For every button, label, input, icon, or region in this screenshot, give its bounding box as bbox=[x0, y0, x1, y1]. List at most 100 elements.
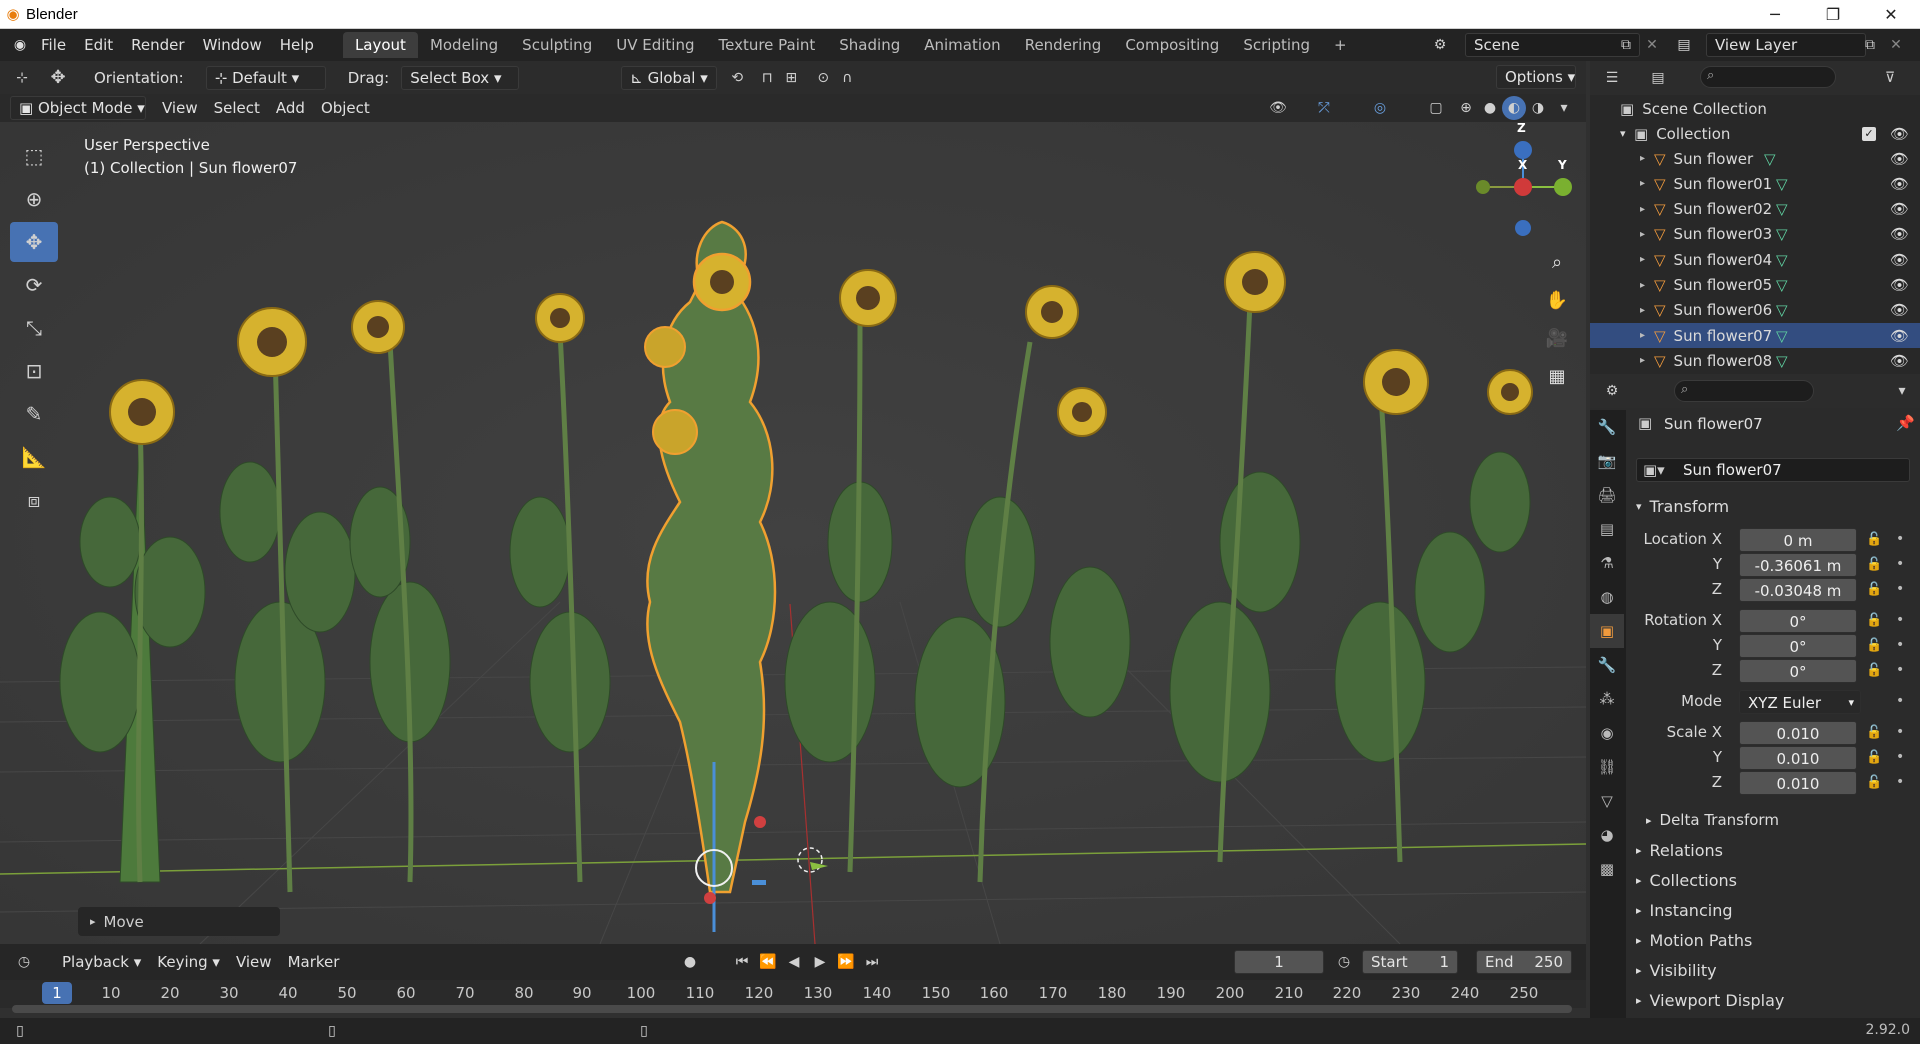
tab-compositing[interactable]: Compositing bbox=[1113, 32, 1231, 58]
jump-start-icon[interactable]: ⏮ bbox=[730, 950, 754, 974]
outliner-item[interactable]: ▸ ▽ Sun flower08 ▽ 👁 bbox=[1590, 348, 1920, 373]
tab-modeling[interactable]: Modeling bbox=[418, 32, 510, 58]
wireframe-shading-icon[interactable]: ⊕ bbox=[1454, 96, 1478, 120]
scene-tab-icon[interactable]: ⚗ bbox=[1590, 546, 1624, 580]
properties-options-icon[interactable]: ▾ bbox=[1890, 379, 1914, 403]
solid-shading-icon[interactable]: ● bbox=[1478, 96, 1502, 120]
menu-add[interactable]: Add bbox=[268, 96, 313, 120]
tab-animation[interactable]: Animation bbox=[912, 32, 1012, 58]
menu-timeline-view[interactable]: View bbox=[228, 950, 280, 974]
scale-y-field[interactable]: 0.010 bbox=[1739, 746, 1857, 770]
lock-icon[interactable]: 🔓 bbox=[1866, 582, 1882, 597]
material-tab-icon[interactable]: ◕ bbox=[1590, 818, 1624, 852]
preview-range-icon[interactable]: ◷ bbox=[1332, 950, 1356, 974]
add-cube-tool-icon[interactable]: ⧈ bbox=[10, 480, 58, 520]
keyframe-dot-icon[interactable]: • bbox=[1896, 637, 1904, 653]
maximize-button[interactable]: ❐ bbox=[1804, 0, 1862, 29]
outliner-collection[interactable]: ▾ ▣ Collection ✓ 👁 bbox=[1590, 121, 1920, 146]
keyframe-dot-icon[interactable]: • bbox=[1896, 662, 1904, 678]
view-layer-icon[interactable]: ▤ bbox=[1672, 33, 1696, 57]
render-tab-icon[interactable]: 📷 bbox=[1590, 444, 1624, 478]
select-box-tool-icon[interactable]: ⬚ bbox=[10, 136, 58, 176]
outliner-item[interactable]: ▸ ▽ Sun flower ▽ 👁 bbox=[1590, 146, 1920, 171]
eye-icon[interactable]: 👁 bbox=[1890, 125, 1909, 143]
mesh-data-icon[interactable]: ▽ bbox=[1776, 301, 1788, 319]
section-relations[interactable]: ▸ Relations bbox=[1626, 836, 1920, 864]
new-scene-icon[interactable]: ⧉ bbox=[1614, 33, 1638, 57]
cursor-tool-icon[interactable]: ⊕ bbox=[10, 179, 58, 219]
outliner-editor-icon[interactable]: ☰ bbox=[1600, 66, 1624, 90]
object-tab-icon[interactable]: ▣ bbox=[1590, 614, 1624, 648]
tool-tab-icon[interactable]: 🔧 bbox=[1590, 410, 1624, 444]
play-reverse-icon[interactable]: ◀ bbox=[782, 950, 806, 974]
jump-keyframe-back-icon[interactable]: ⏪ bbox=[756, 950, 780, 974]
mesh-data-icon[interactable]: ▽ bbox=[1776, 175, 1788, 193]
physics-tab-icon[interactable]: ◉ bbox=[1590, 716, 1624, 750]
tab-uv-editing[interactable]: UV Editing bbox=[604, 32, 706, 58]
outliner-item[interactable]: ▸ ▽ Sun flower06 ▽ 👁 bbox=[1590, 298, 1920, 323]
timeline-scrollbar[interactable] bbox=[12, 1005, 1572, 1013]
lock-icon[interactable]: 🔓 bbox=[1866, 775, 1882, 790]
lock-icon[interactable]: 🔓 bbox=[1866, 663, 1882, 678]
eye-icon[interactable]: 👁 bbox=[1890, 175, 1909, 193]
last-operator-panel[interactable]: ▸ Move bbox=[78, 907, 280, 936]
tab-texture-paint[interactable]: Texture Paint bbox=[706, 32, 827, 58]
outliner-item[interactable]: ▸ ▽ Sun flower01 ▽ 👁 bbox=[1590, 171, 1920, 196]
rotate-tool-icon[interactable]: ⟳ bbox=[10, 265, 58, 305]
eye-icon[interactable]: 👁 bbox=[1890, 150, 1909, 168]
keyframe-dot-icon[interactable]: • bbox=[1896, 774, 1904, 790]
mesh-data-icon[interactable]: ▽ bbox=[1776, 327, 1788, 345]
keyframe-dot-icon[interactable]: • bbox=[1896, 581, 1904, 597]
expand-arrow-icon[interactable]: ▸ bbox=[1640, 330, 1654, 341]
lock-icon[interactable]: 🔓 bbox=[1866, 557, 1882, 572]
lock-icon[interactable]: 🔓 bbox=[1866, 750, 1882, 765]
rotation-y-field[interactable]: 0° bbox=[1739, 634, 1857, 658]
collection-checkbox[interactable]: ✓ bbox=[1862, 126, 1876, 141]
start-frame-field[interactable]: Start 1 bbox=[1362, 950, 1458, 974]
section-motion-paths[interactable]: ▸ Motion Paths bbox=[1626, 926, 1920, 954]
view-layer-tab-icon[interactable]: ▤ bbox=[1590, 512, 1624, 546]
outliner-item[interactable]: ▸ ▽ Sun flower07 ▽ 👁 bbox=[1590, 323, 1920, 349]
visibility-icon[interactable]: 👁 bbox=[1266, 96, 1290, 120]
eye-icon[interactable]: 👁 bbox=[1890, 301, 1909, 319]
new-view-layer-icon[interactable]: ⧉ bbox=[1858, 33, 1882, 57]
world-tab-icon[interactable]: ◍ bbox=[1590, 580, 1624, 614]
eye-icon[interactable]: 👁 bbox=[1890, 352, 1909, 370]
data-tab-icon[interactable]: ▽ bbox=[1590, 784, 1624, 818]
rendered-shading-icon[interactable]: ◑ bbox=[1526, 96, 1550, 120]
gizmo-toggle-icon[interactable]: ⤱ bbox=[1312, 96, 1336, 120]
gizmo-x-handle[interactable] bbox=[704, 892, 716, 904]
output-tab-icon[interactable]: 🖨 bbox=[1590, 478, 1624, 512]
expand-arrow-icon[interactable]: ▸ bbox=[1640, 229, 1654, 240]
tab-sculpting[interactable]: Sculpting bbox=[510, 32, 604, 58]
rotation-x-field[interactable]: 0° bbox=[1739, 609, 1857, 633]
lock-icon[interactable]: 🔓 bbox=[1866, 532, 1882, 547]
menu-render[interactable]: Render bbox=[122, 33, 193, 57]
location-y-field[interactable]: -0.36061 m bbox=[1739, 553, 1857, 577]
menu-view[interactable]: View bbox=[154, 96, 206, 120]
measure-tool-icon[interactable]: 📐 bbox=[10, 437, 58, 477]
transform-section-header[interactable]: ▾ Transform bbox=[1626, 492, 1920, 520]
tab-scripting[interactable]: Scripting bbox=[1231, 32, 1322, 58]
menu-help[interactable]: Help bbox=[271, 33, 323, 57]
keyframe-dot-icon[interactable]: • bbox=[1896, 724, 1904, 740]
drag-dropdown[interactable]: Select Box ▾ bbox=[401, 65, 520, 90]
mesh-data-icon[interactable]: ▽ bbox=[1764, 150, 1776, 168]
section-visibility[interactable]: ▸ Visibility bbox=[1626, 956, 1920, 984]
mesh-data-icon[interactable]: ▽ bbox=[1776, 352, 1788, 370]
location-x-field[interactable]: 0 m bbox=[1739, 528, 1857, 552]
3d-viewport[interactable]: Z X Y User Perspective (1) Collection | … bbox=[0, 122, 1586, 944]
current-frame-field[interactable]: 1 bbox=[1234, 950, 1324, 974]
scale-z-field[interactable]: 0.010 bbox=[1739, 771, 1857, 795]
eye-icon[interactable]: 👁 bbox=[1890, 327, 1909, 345]
lock-icon[interactable]: 🔓 bbox=[1866, 725, 1882, 740]
pan-hand-icon[interactable]: ✋ bbox=[1540, 283, 1574, 317]
lock-icon[interactable]: 🔓 bbox=[1866, 613, 1882, 628]
gizmo-plane-handle[interactable] bbox=[752, 880, 766, 885]
properties-search-input[interactable]: ⌕ bbox=[1674, 380, 1814, 402]
outliner-item[interactable]: ▸ ▽ Sun flower04 ▽ 👁 bbox=[1590, 247, 1920, 272]
view-layer-selector[interactable]: View Layer bbox=[1706, 33, 1866, 57]
blender-menu-icon[interactable]: ◉ bbox=[8, 33, 32, 57]
keyframe-dot-icon[interactable]: • bbox=[1896, 531, 1904, 547]
menu-select[interactable]: Select bbox=[206, 96, 268, 120]
